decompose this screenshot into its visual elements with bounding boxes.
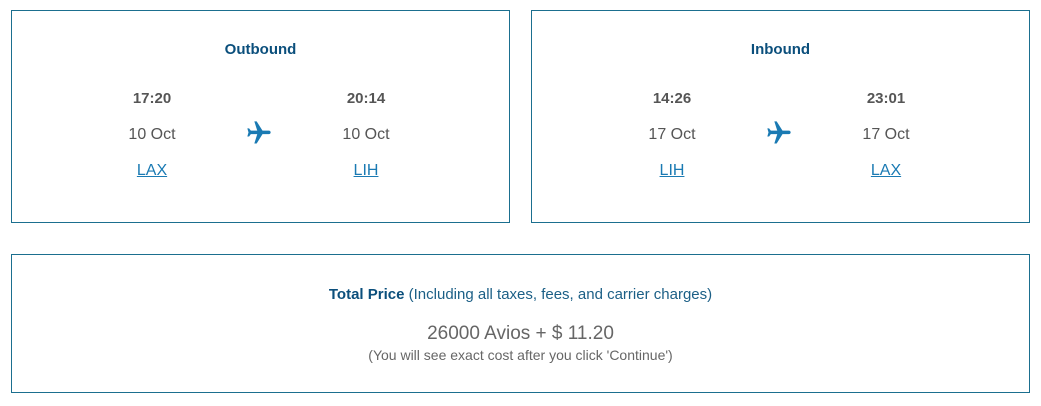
inbound-departure-date: 17 Oct: [648, 126, 696, 143]
outbound-arrival-date: 10 Oct: [342, 126, 390, 143]
inbound-departure-airport-link[interactable]: LIH: [660, 161, 685, 181]
inbound-arrival-airport-link[interactable]: LAX: [871, 161, 901, 181]
total-price-panel: Total Price (Including all taxes, fees, …: [11, 254, 1030, 393]
inbound-title: Inbound: [750, 41, 811, 58]
outbound-departure-airport-link[interactable]: LAX: [137, 161, 167, 181]
total-price-header: Total Price (Including all taxes, fees, …: [12, 286, 1029, 303]
outbound-departure-date: 10 Oct: [128, 126, 176, 143]
total-price-amount: 26000 Avios + $ 11.20: [427, 323, 614, 344]
inbound-flight-panel: Inbound 14:26 17 Oct LIH 23:01 17 Oct LA…: [531, 10, 1030, 223]
airplane-icon: [767, 121, 791, 144]
inbound-departure: 14:26 17 Oct LIH: [612, 89, 732, 181]
outbound-arrival: 20:14 10 Oct LIH: [306, 89, 426, 181]
inbound-arrival-date: 17 Oct: [862, 126, 910, 143]
airplane-icon: [247, 121, 271, 144]
total-price-label: Total Price: [328, 286, 405, 303]
total-price-footnote: (You will see exact cost after you click…: [368, 347, 673, 363]
total-price-inline-note: (Including all taxes, fees, and carrier …: [408, 286, 713, 303]
outbound-departure: 17:20 10 Oct LAX: [92, 89, 212, 181]
outbound-title: Outbound: [224, 41, 297, 58]
inbound-arrival: 23:01 17 Oct LAX: [826, 89, 946, 181]
outbound-flight-panel: Outbound 17:20 10 Oct LAX 20:14 10 Oct L…: [11, 10, 510, 223]
outbound-departure-time: 17:20: [132, 90, 172, 107]
outbound-arrival-time: 20:14: [346, 90, 386, 107]
outbound-arrival-airport-link[interactable]: LIH: [354, 161, 379, 181]
inbound-departure-time: 14:26: [652, 90, 692, 107]
inbound-arrival-time: 23:01: [866, 90, 906, 107]
